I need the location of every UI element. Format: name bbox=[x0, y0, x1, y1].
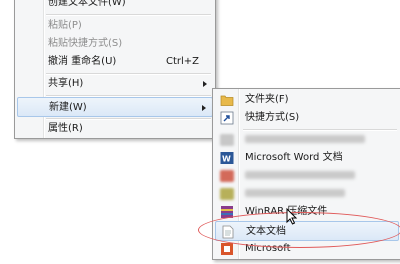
menu-item-undo-rename[interactable]: 撤消 重命名(U) Ctrl+Z bbox=[17, 52, 213, 72]
submenu-arrow-icon bbox=[203, 81, 207, 87]
blurred-label bbox=[245, 171, 355, 179]
menu-item-label: 创建文本文件(W) bbox=[48, 0, 126, 8]
highlight-oval bbox=[198, 212, 400, 248]
blurred-label bbox=[245, 189, 345, 197]
submenu-arrow-icon bbox=[202, 105, 206, 111]
menu-item-label: 属性(R) bbox=[48, 123, 83, 134]
submenu-item-blurred[interactable] bbox=[215, 166, 399, 186]
blurred-icon bbox=[220, 134, 234, 146]
blurred-label bbox=[245, 135, 365, 143]
menu-item-shortcut: Ctrl+Z bbox=[165, 56, 199, 67]
word-icon: W bbox=[220, 151, 234, 165]
mouse-cursor-icon bbox=[286, 208, 298, 225]
menu-item-label: 共享(H) bbox=[48, 78, 84, 89]
menu-item-label: 撤消 重命名(U) bbox=[48, 56, 117, 67]
submenu-item-shortcut[interactable]: 快捷方式(S) bbox=[215, 108, 399, 128]
submenu-item-label: 文件夹(F) bbox=[245, 94, 289, 105]
menu-item-label: 粘贴快捷方式(S) bbox=[48, 38, 123, 49]
menu-item-paste[interactable]: 粘贴(P) bbox=[17, 16, 213, 36]
menu-item-share[interactable]: 共享(H) bbox=[17, 74, 213, 94]
submenu-item-folder[interactable]: 文件夹(F) bbox=[215, 90, 399, 110]
office-icon bbox=[220, 242, 234, 256]
svg-text:W: W bbox=[222, 155, 231, 164]
menu-item-label: 新建(W) bbox=[49, 102, 87, 113]
context-menu: 创建文本文件(W) 粘贴(P) 粘贴快捷方式(S) 撤消 重命名(U) Ctrl… bbox=[14, 0, 216, 139]
blurred-icon bbox=[220, 170, 234, 182]
submenu-item-label: 快捷方式(S) bbox=[245, 112, 300, 123]
menu-item-paste-shortcut[interactable]: 粘贴快捷方式(S) bbox=[17, 34, 213, 54]
shortcut-icon bbox=[220, 111, 234, 125]
submenu-item-label: Microsoft Word 文档 bbox=[245, 152, 343, 163]
menu-item-label: 粘贴(P) bbox=[48, 20, 82, 31]
blurred-icon bbox=[220, 188, 234, 200]
menu-item-new[interactable]: 新建(W) bbox=[17, 97, 213, 117]
folder-icon bbox=[220, 93, 234, 107]
menu-item-create-text-file[interactable]: 创建文本文件(W) bbox=[17, 0, 213, 13]
menu-item-properties[interactable]: 属性(R) bbox=[17, 119, 213, 139]
submenu-item-word[interactable]: W Microsoft Word 文档 bbox=[215, 148, 399, 168]
submenu-item-blurred[interactable] bbox=[215, 130, 399, 150]
submenu-item-blurred[interactable] bbox=[215, 184, 399, 204]
